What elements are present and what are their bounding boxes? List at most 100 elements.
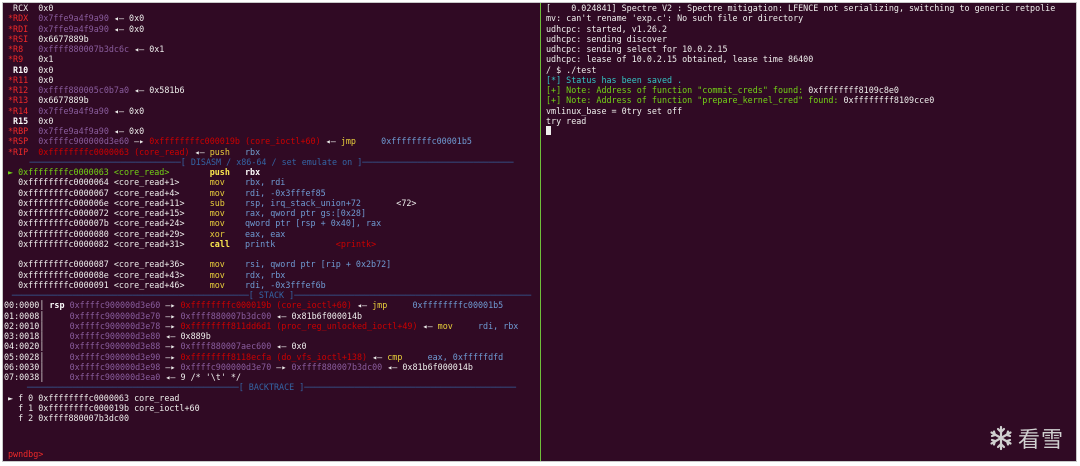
disasm-line[interactable]: 0xffffffffc000006e <core_read+11> sub rs…	[3, 198, 540, 208]
stack-value: ◂—	[271, 341, 292, 352]
instruction-operands: qword ptr [rsp + 0x40], rax	[245, 218, 382, 229]
backtrace-banner: ────────────────────────────────────────…	[26, 382, 517, 393]
register-value: push	[209, 146, 230, 157]
prompt-label: pwndbg>	[8, 448, 44, 459]
stack-value: 0x889b	[180, 331, 211, 341]
instruction-operands: rax, qword ptr gs:[0x28]	[245, 208, 367, 218]
instruction-operands: rdi, -0x3fffef6b	[245, 279, 326, 290]
stack-value: rdi, rbx	[452, 320, 519, 331]
stack-value: 0x81b6f000014b	[291, 310, 363, 321]
instruction-address: 0xffffffffc0000082 <core_read+31>	[18, 238, 210, 249]
disasm-line[interactable]: 0xffffffffc0000091 <core_read+46> mov rd…	[3, 280, 540, 290]
register-name: *R11	[8, 74, 34, 85]
disasm-line[interactable]: 0xffffffffc0000064 <core_read+1> mov rbx…	[3, 177, 540, 187]
register-value: 0xffffc900000d3e60	[38, 136, 130, 147]
disasm-line[interactable]	[3, 249, 540, 259]
disasm-line[interactable]: 0xffffffffc0000082 <core_read+31> call p…	[3, 239, 540, 249]
instruction-mnemonic: call	[209, 238, 245, 249]
disasm-banner: ──────────────────────────────[ DISASM /…	[29, 156, 514, 167]
backtrace-frame[interactable]: f 2 0xffff880007b3dc00	[3, 413, 540, 423]
stack-value: ◂—	[367, 351, 388, 362]
disasm-line[interactable]: 0xffffffffc0000080 <core_read+29> xor ea…	[3, 229, 540, 239]
pane-divider[interactable]	[540, 3, 541, 461]
register-row: *RSP 0xffffc900000d3e60 —▸ 0xffffffffc00…	[3, 136, 540, 146]
registers-panel: RCX 0x0 *RDX 0x7ffe9a4f9a90 ◂— 0x0 *RDI 0x…	[3, 3, 540, 157]
disasm-line[interactable]: 0xffffffffc000008e <core_read+43> mov rd…	[3, 270, 540, 280]
register-value: 0x0	[38, 64, 54, 75]
stack-value: —▸	[160, 351, 181, 362]
terminal-window: RCX 0x0 *RDX 0x7ffe9a4f9a90 ◂— 0x0 *RDI 0x…	[2, 2, 1077, 462]
register-name: *R13	[8, 95, 34, 106]
separator: │	[39, 310, 50, 321]
register-value: 0x7ffe9a4f9a90	[38, 13, 109, 24]
stack-value: 0xffffc900000d3e98	[69, 361, 161, 372]
instruction-operands: rdx, rbx	[245, 269, 286, 280]
instruction-address: 0xffffffffc000007b <core_read+24>	[18, 218, 210, 229]
register-value: 0x0	[129, 126, 145, 136]
stack-value: —▸	[160, 310, 181, 321]
register-value: ◂—	[320, 136, 341, 147]
register-value: 0x7ffe9a4f9a90	[38, 126, 109, 136]
qemu-console-pane[interactable]: [ 0.024841] Spectre V2 : Spectre mitigat…	[542, 3, 1076, 461]
console-line: try read	[542, 116, 1076, 126]
stack-label	[49, 331, 69, 341]
stack-row: 05:0028│ 0xffffc900000d3e90 —▸ 0xfffffff…	[3, 352, 540, 362]
console-line: udhcpc: sending discover	[542, 34, 1076, 44]
backtrace-panel: ► f 0 0xffffffffc0000063 core_read f 1 0…	[3, 393, 540, 424]
stack-row: 01:0008│ 0xffffc900000d3e70 —▸ 0xffff880…	[3, 311, 540, 321]
register-name: *R14	[8, 105, 34, 116]
stack-value: 0xffffffffc00001b5	[387, 300, 504, 311]
frame-text: f 0 0xffffffffc0000063 core_read	[18, 392, 180, 403]
disasm-line[interactable]: 0xffffffffc0000067 <core_read+4> mov rdi…	[3, 188, 540, 198]
current-instruction-arrow-icon: ►	[8, 167, 19, 177]
console-cursor-line[interactable]	[542, 126, 1076, 136]
instruction-mnemonic: mov	[209, 177, 245, 188]
register-value: —▸	[129, 136, 150, 147]
instruction-mnemonic: mov	[209, 269, 245, 280]
register-value: 0x1	[38, 54, 54, 65]
register-value: 0x0	[129, 13, 145, 24]
register-value: jmp	[340, 136, 356, 147]
disasm-line[interactable]: ► 0xffffffffc0000063 <core_read> push rb…	[3, 167, 540, 177]
register-value: 0xffffffffc000019b (core_ioctl+60)	[149, 136, 321, 147]
register-value: 0x581b6	[149, 85, 185, 95]
console-text: udhcpc: sending discover	[546, 33, 668, 44]
stack-value: 0xffff880007b3dc00	[291, 361, 383, 372]
pwndbg-pane[interactable]: RCX 0x0 *RDX 0x7ffe9a4f9a90 ◂— 0x0 *RDI 0x…	[3, 3, 540, 461]
console-text: [+] Note: Address of function "commit_cr…	[546, 85, 809, 95]
stack-value: 9 /* '\t' */	[180, 372, 242, 382]
stack-value: ◂—	[160, 372, 181, 382]
instruction-address: 0xffffffffc0000067 <core_read+4>	[18, 187, 210, 198]
backtrace-frame[interactable]: f 1 0xffffffffc000019b core_ioctl+60	[3, 403, 540, 413]
stack-value: 0xffffc900000d3ea0	[69, 372, 161, 382]
separator: │	[39, 351, 50, 362]
stack-offset: 04:0020	[4, 341, 40, 352]
gdb-prompt[interactable]: pwndbg>	[3, 449, 43, 459]
disasm-line[interactable]: 0xffffffffc000007b <core_read+24> mov qw…	[3, 218, 540, 228]
stack-banner: ────────────────────────────────────────…	[11, 290, 532, 300]
disasm-line[interactable]: 0xffffffffc0000072 <core_read+15> mov ra…	[3, 208, 540, 218]
register-name: RCX	[8, 3, 34, 13]
snowflake-icon	[990, 425, 1012, 451]
stack-label	[49, 352, 69, 362]
register-value: ◂—	[189, 146, 210, 157]
console-text: try read	[546, 115, 587, 126]
disasm-panel: ► 0xffffffffc0000063 <core_read> push rb…	[3, 167, 540, 290]
register-value: ◂—	[129, 44, 150, 54]
disasm-line[interactable]: 0xffffffffc0000087 <core_read+36> mov rs…	[3, 259, 540, 269]
frame-text: f 1 0xffffffffc000019b core_ioctl+60	[18, 402, 200, 413]
register-value: 0x7ffe9a4f9a90	[38, 23, 109, 34]
instruction-operands: rsi, qword ptr [rip + 0x2b72]	[245, 259, 392, 270]
stack-value: —▸	[271, 361, 292, 372]
console-line: [+] Note: Address of function "prepare_k…	[542, 95, 1076, 105]
backtrace-frame[interactable]: ► f 0 0xffffffffc0000063 core_read	[3, 393, 540, 403]
stack-value: 0xffffffffc000019b (core_ioctl+60)	[180, 300, 352, 311]
console-text: / $ ./test	[546, 64, 597, 75]
separator: │	[39, 300, 50, 311]
stack-label	[49, 311, 69, 321]
